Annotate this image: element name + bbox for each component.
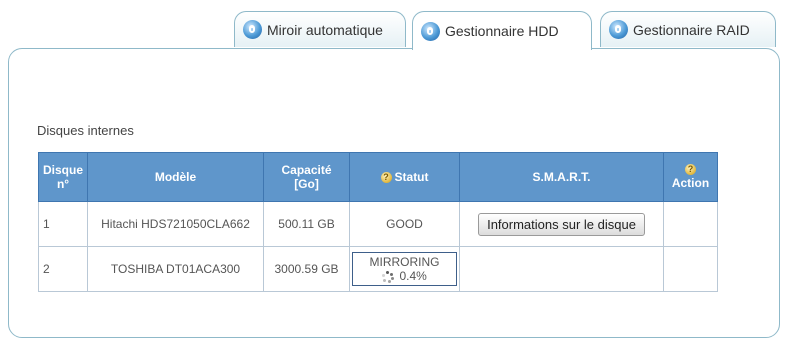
progress-value: 0.4% <box>399 269 427 283</box>
tab-miroir-automatique[interactable]: Miroir automatique <box>234 11 406 47</box>
tab-gestionnaire-raid[interactable]: Gestionnaire RAID <box>600 11 776 47</box>
tab-gestionnaire-hdd[interactable]: Gestionnaire HDD <box>412 11 592 50</box>
progress-line: 0.4% <box>353 269 456 283</box>
header-smart: S.M.A.R.T. <box>459 152 665 202</box>
spinner-icon <box>382 270 395 283</box>
cell-status: GOOD <box>349 201 461 247</box>
disk-icon <box>421 21 440 41</box>
header-capacity: Capacité [Go] <box>263 152 351 202</box>
header-disk-no: Disque n° <box>37 152 89 202</box>
cell-capacity: 500.11 GB <box>263 201 351 247</box>
cell-model: Hitachi HDS721050CLA662 <box>87 201 265 247</box>
header-model: Modèle <box>87 152 265 202</box>
cell-disk-no: 2 <box>37 246 89 292</box>
cell-action <box>663 201 719 247</box>
cell-status: MIRRORING 0.4% <box>349 246 461 292</box>
table-header-row: Disque n° Modèle Capacité [Go] ? Statut S… <box>37 152 719 202</box>
cell-capacity: 3000.59 GB <box>263 246 351 292</box>
cell-smart: Informations sur le disque <box>459 201 665 247</box>
table-row: 1 Hitachi HDS721050CLA662 500.11 GB GOOD… <box>37 201 719 247</box>
help-icon[interactable]: ? <box>685 164 697 175</box>
help-icon[interactable]: ? <box>380 172 392 184</box>
cell-action <box>663 246 719 292</box>
tab-label: Miroir automatique <box>267 21 383 38</box>
header-status: ? Statut <box>349 152 461 202</box>
cell-model: TOSHIBA DT01ACA300 <box>87 246 265 292</box>
status-text: MIRRORING <box>369 255 440 269</box>
cell-disk-no: 1 <box>37 201 89 247</box>
header-action: ? Action <box>663 152 719 202</box>
tab-label: Gestionnaire HDD <box>445 23 559 39</box>
disk-icon <box>609 20 628 39</box>
section-title: Disques internes <box>37 123 134 138</box>
tab-label: Gestionnaire RAID <box>633 21 750 38</box>
disk-info-button[interactable]: Informations sur le disque <box>478 212 645 236</box>
table-row: 2 TOSHIBA DT01ACA300 3000.59 GB MIRRORIN… <box>37 246 719 292</box>
disk-icon <box>243 20 262 39</box>
cell-smart <box>459 246 665 292</box>
mirroring-status: MIRRORING 0.4% <box>352 252 458 286</box>
disk-table: Disque n° Modèle Capacité [Go] ? Statut S… <box>37 152 719 292</box>
